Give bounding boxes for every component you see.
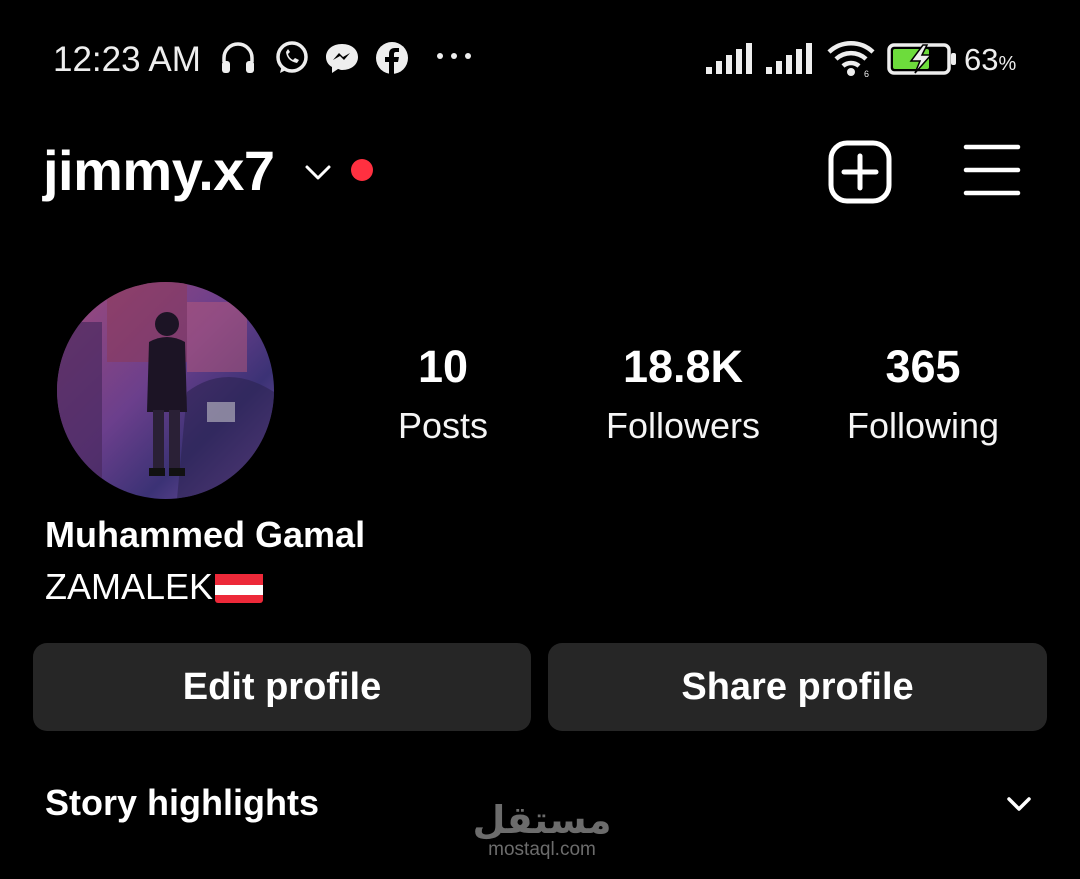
story-highlights-title[interactable]: Story highlights [45,780,319,826]
edit-profile-button[interactable]: Edit profile [33,643,531,731]
following-label: Following [846,405,1000,446]
battery-percent: 63% [964,42,1017,77]
bio-text: ZAMALEK [45,566,214,607]
battery-charging-icon [887,43,956,75]
notification-dot [351,159,373,181]
whatsapp-icon [276,41,308,73]
status-bar: 12:23 AM 6 63% [0,0,1080,110]
watermark-arabic: مستقل [472,798,612,842]
more-dots-icon [437,53,471,59]
signal-icon [706,43,752,74]
share-profile-button[interactable]: Share profile [548,643,1047,731]
followers-stat[interactable]: 18.8K Followers [563,338,803,456]
avatar-photo [57,282,274,499]
watermark: مستقل mostaql.com [472,800,612,860]
watermark-latin: mostaql.com [488,839,596,860]
signal-icon [766,43,812,74]
following-count: 365 [885,341,961,392]
menu-icon[interactable] [962,141,1022,201]
messenger-icon [326,44,358,73]
posts-label: Posts [397,405,489,446]
status-time: 12:23 AM [53,40,201,79]
wifi-icon: 6 [827,41,875,78]
following-stat[interactable]: 365 Following [803,338,1043,456]
followers-count: 18.8K [622,341,744,392]
avatar[interactable] [57,282,274,499]
headphones-icon [222,42,254,73]
add-post-icon[interactable] [827,139,893,205]
username-switcher[interactable]: jimmy.x7 [43,138,275,204]
svg-text:6: 6 [864,69,869,78]
followers-label: Followers [605,405,761,446]
posts-count: 10 [417,341,469,392]
bio: ZAMALEK [45,564,264,610]
chevron-down-icon[interactable] [302,156,334,188]
facebook-icon [376,42,408,74]
full-name: Muhammed Gamal [45,514,366,555]
austria-flag-icon [215,571,264,603]
posts-stat[interactable]: 10 Posts [323,338,563,456]
chevron-down-icon[interactable] [1004,789,1034,819]
